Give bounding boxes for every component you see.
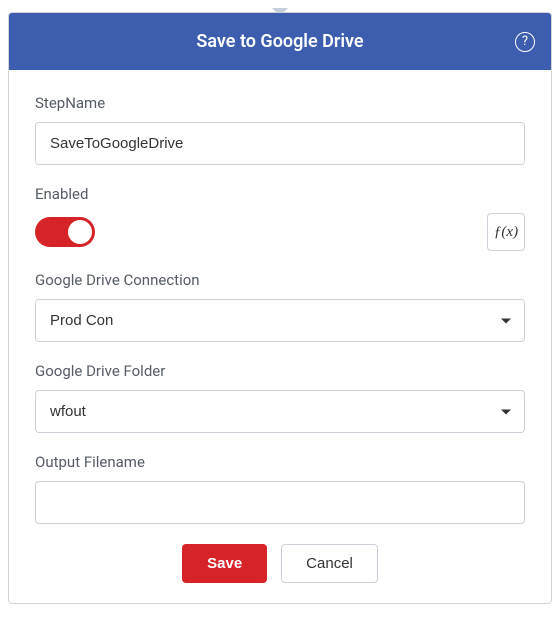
folder-select-wrap: wfout xyxy=(35,390,525,433)
fx-button[interactable]: ƒ(x) xyxy=(487,213,525,251)
save-to-google-drive-card: Save to Google Drive ? StepName Enabled … xyxy=(8,12,552,604)
card-body: StepName Enabled ƒ(x) Google Drive Conne… xyxy=(9,70,551,603)
output-filename-group: Output Filename xyxy=(35,453,525,524)
step-name-input[interactable] xyxy=(35,122,525,165)
card-title: Save to Google Drive xyxy=(196,31,363,52)
output-filename-label: Output Filename xyxy=(35,453,525,471)
card-header: Save to Google Drive ? xyxy=(9,13,551,70)
enabled-label: Enabled xyxy=(35,185,525,203)
connection-group: Google Drive Connection Prod Con xyxy=(35,271,525,342)
help-symbol: ? xyxy=(522,34,528,49)
actions-row: Save Cancel xyxy=(35,544,525,583)
output-filename-input[interactable] xyxy=(35,481,525,524)
folder-select[interactable]: wfout xyxy=(35,390,525,433)
connection-label: Google Drive Connection xyxy=(35,271,525,289)
folder-group: Google Drive Folder wfout xyxy=(35,362,525,433)
save-button[interactable]: Save xyxy=(182,544,267,583)
enabled-row: ƒ(x) xyxy=(35,213,525,251)
help-icon[interactable]: ? xyxy=(515,32,535,52)
connection-select[interactable]: Prod Con xyxy=(35,299,525,342)
connection-select-wrap: Prod Con xyxy=(35,299,525,342)
folder-label: Google Drive Folder xyxy=(35,362,525,380)
cancel-button[interactable]: Cancel xyxy=(281,544,378,583)
step-name-group: StepName xyxy=(35,94,525,165)
step-name-label: StepName xyxy=(35,94,525,112)
enabled-toggle[interactable] xyxy=(35,217,95,247)
enabled-group: Enabled ƒ(x) xyxy=(35,185,525,251)
toggle-knob xyxy=(68,220,92,244)
